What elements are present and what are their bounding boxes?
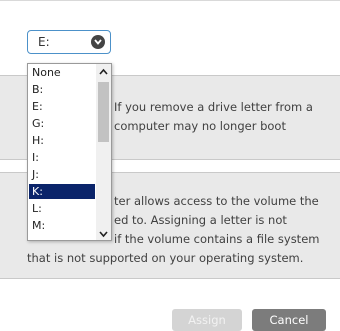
chevron-down-icon (91, 35, 105, 49)
dropdown-option[interactable]: I: (29, 150, 95, 165)
dropdown-option-selected[interactable]: K: (29, 184, 95, 199)
dropdown-option[interactable]: M: (29, 218, 95, 233)
drive-letter-select[interactable]: E: (27, 30, 111, 54)
drive-letter-select-value: E: (38, 35, 50, 49)
dropdown-option[interactable]: B: (29, 82, 95, 97)
dropdown-option[interactable]: J: (29, 167, 95, 182)
dropdown-option[interactable]: None (29, 65, 95, 80)
top-divider (0, 0, 340, 1)
scroll-up-arrow-icon[interactable] (96, 64, 111, 78)
panel-divider (0, 278, 340, 279)
drive-letter-dropdown[interactable]: None B: E: G: H: I: J: K: L: M: (27, 63, 112, 241)
dropdown-option[interactable]: G: (29, 116, 95, 131)
scrollbar-thumb[interactable] (98, 82, 109, 142)
dropdown-option[interactable]: L: (29, 201, 95, 216)
dropdown-option[interactable]: E: (29, 99, 95, 114)
warning-text-line: that is not supported on your operating … (27, 251, 304, 265)
dropdown-scrollbar[interactable] (96, 64, 111, 240)
scroll-down-arrow-icon[interactable] (96, 226, 111, 240)
dropdown-option[interactable]: H: (29, 133, 95, 148)
